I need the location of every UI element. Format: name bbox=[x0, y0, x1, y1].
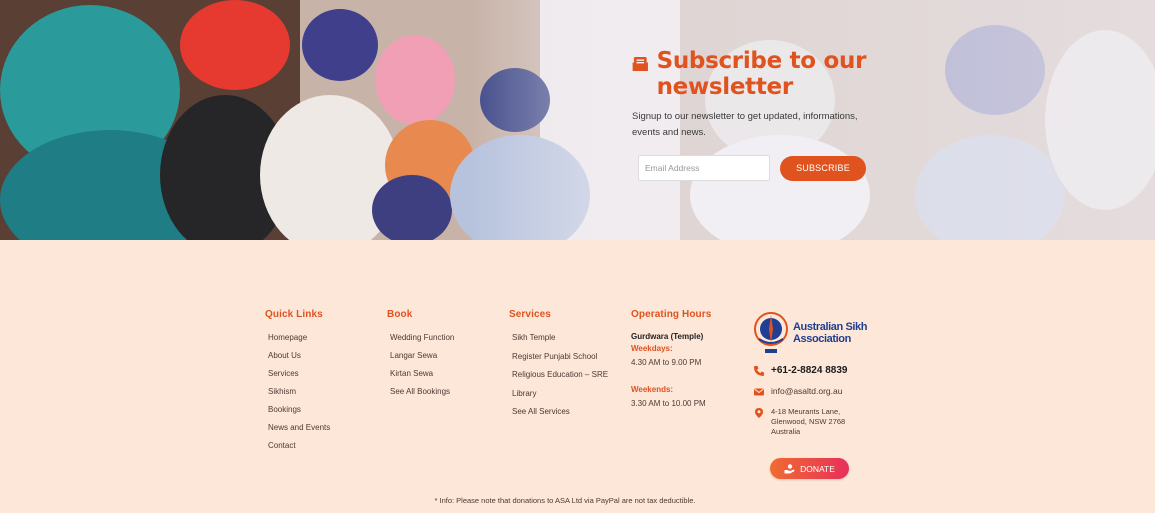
organization-block: Australian Sikh Association +61-2-8824 8… bbox=[753, 310, 893, 437]
logo-wordmark: Australian Sikh Association bbox=[793, 321, 867, 345]
quick-link-about[interactable]: About Us bbox=[265, 350, 330, 368]
book-column: Book Wedding Function Langar Sewa Kirtan… bbox=[387, 309, 454, 404]
services-heading: Services bbox=[509, 309, 551, 320]
service-link-temple[interactable]: Sikh Temple bbox=[509, 332, 608, 351]
quick-links-column: Quick Links Homepage About Us Services S… bbox=[265, 309, 330, 458]
book-heading: Book bbox=[387, 309, 413, 320]
logo-line-2: Association bbox=[793, 333, 851, 345]
email-address[interactable]: info@asaltd.org.au bbox=[771, 386, 842, 396]
email-row[interactable]: info@asaltd.org.au bbox=[753, 386, 893, 398]
subscribe-button[interactable]: SUBSCRIBE bbox=[780, 155, 866, 181]
envelope-open-icon bbox=[632, 56, 648, 72]
address-row: 4-18 Meurants Lane, Glenwood, NSW 2768 A… bbox=[753, 407, 893, 437]
phone-icon bbox=[754, 366, 764, 376]
newsletter-title: Subscribe to our newsletter bbox=[656, 48, 867, 100]
book-link-kirtan[interactable]: Kirtan Sewa bbox=[387, 368, 454, 386]
newsletter-form: Email Address SUBSCRIBE bbox=[638, 155, 866, 181]
postal-address: 4-18 Meurants Lane, Glenwood, NSW 2768 A… bbox=[771, 407, 846, 436]
envelope-icon bbox=[754, 388, 764, 396]
weekdays-value: 4.30 AM to 9.00 PM bbox=[631, 358, 702, 367]
phone-number[interactable]: +61-2-8824 8839 bbox=[771, 365, 847, 376]
service-link-sre[interactable]: Religious Education – SRE bbox=[509, 369, 608, 388]
quick-link-homepage[interactable]: Homepage bbox=[265, 332, 330, 350]
service-link-library[interactable]: Library bbox=[509, 388, 608, 407]
khanda-emblem-icon bbox=[754, 312, 788, 353]
quick-link-bookings[interactable]: Bookings bbox=[265, 404, 330, 422]
quick-link-news[interactable]: News and Events bbox=[265, 422, 330, 440]
asa-logo[interactable]: Australian Sikh Association bbox=[753, 310, 893, 356]
tax-deductible-note: * Info: Please note that donations to AS… bbox=[434, 496, 696, 505]
weekdays-label: Weekdays: bbox=[631, 344, 673, 353]
donate-label: DONATE bbox=[800, 463, 835, 474]
phone-row[interactable]: +61-2-8824 8839 bbox=[753, 365, 893, 377]
hours-heading: Operating Hours bbox=[631, 309, 712, 320]
quick-link-contact[interactable]: Contact bbox=[265, 440, 330, 458]
map-pin-icon bbox=[755, 408, 763, 418]
operating-hours-column: Operating Hours Gurdwara (Temple) Weekda… bbox=[631, 309, 711, 408]
newsletter-description: Signup to our newsletter to get updated,… bbox=[632, 111, 858, 138]
newsletter-block: Subscribe to our newsletter Signup to ou… bbox=[632, 48, 882, 181]
weekends-label: Weekends: bbox=[631, 385, 674, 394]
quick-link-sikhism[interactable]: Sikhism bbox=[265, 386, 330, 404]
donate-hand-icon bbox=[784, 463, 795, 473]
service-link-punjabi-school[interactable]: Register Punjabi School bbox=[509, 351, 608, 370]
quick-link-services[interactable]: Services bbox=[265, 368, 330, 386]
quick-links-heading: Quick Links bbox=[265, 309, 323, 320]
newsletter-hero: Subscribe to our newsletter Signup to ou… bbox=[0, 0, 1155, 240]
service-link-all[interactable]: See All Services bbox=[509, 406, 608, 425]
logo-line-1: Australian Sikh bbox=[793, 321, 868, 333]
book-link-all[interactable]: See All Bookings bbox=[387, 386, 454, 404]
email-input[interactable]: Email Address bbox=[638, 155, 770, 181]
book-link-langar[interactable]: Langar Sewa bbox=[387, 350, 454, 368]
donate-button[interactable]: DONATE bbox=[770, 458, 849, 479]
weekends-value: 3.30 AM to 10.00 PM bbox=[631, 399, 706, 408]
book-link-wedding[interactable]: Wedding Function bbox=[387, 332, 454, 350]
services-column: Services Sikh Temple Register Punjabi Sc… bbox=[509, 309, 608, 425]
hours-subheading: Gurdwara (Temple) bbox=[631, 332, 704, 341]
